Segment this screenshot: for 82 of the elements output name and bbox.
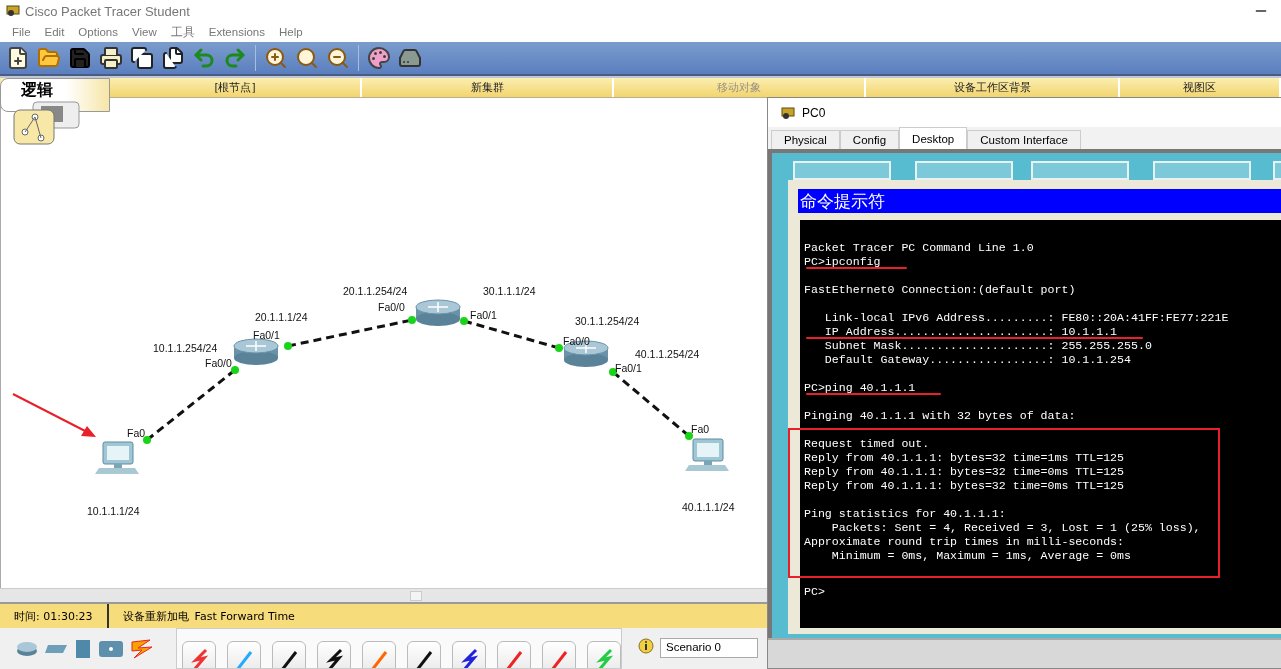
menu-item[interactable]: File bbox=[6, 23, 37, 41]
hub-category-icon[interactable] bbox=[74, 638, 92, 659]
link-light bbox=[685, 432, 693, 440]
app-tile[interactable] bbox=[1031, 161, 1129, 180]
router-category-icon[interactable] bbox=[16, 640, 38, 657]
cable-icon[interactable] bbox=[458, 648, 480, 668]
terminal-line: PC>ipconfig bbox=[804, 255, 881, 269]
window-tab[interactable]: Config bbox=[839, 130, 900, 149]
link-light bbox=[555, 344, 563, 352]
address-label: 30.1.1.1/24 bbox=[483, 285, 536, 297]
app-tile[interactable] bbox=[793, 161, 891, 180]
scenario-dropdown[interactable]: Scenario 0 bbox=[660, 638, 758, 658]
link-light bbox=[143, 436, 151, 444]
port-label: Fa0/1 bbox=[615, 362, 642, 374]
address-label: 40.1.1.1/24 bbox=[682, 501, 735, 513]
link-light bbox=[231, 366, 239, 374]
terminal-line: Pinging 40.1.1.1 with 32 bytes of data: bbox=[804, 409, 1076, 423]
menu-item[interactable]: Help bbox=[273, 23, 309, 41]
app-tile[interactable] bbox=[915, 161, 1013, 180]
switch-category-icon[interactable] bbox=[44, 642, 68, 655]
pc-icon[interactable] bbox=[685, 438, 729, 471]
wireless-category-icon[interactable] bbox=[98, 639, 124, 658]
port-label: Fa0 bbox=[127, 427, 146, 439]
terminal-line: Approximate round trip times in milli-seconds: bbox=[804, 535, 1125, 549]
terminal-line: Reply from 40.1.1.1: bytes=32 time=1ms TTL=125 bbox=[804, 451, 1125, 465]
port-label: Fa0/1 bbox=[253, 329, 280, 341]
router-icon[interactable] bbox=[415, 299, 461, 326]
terminal-line: Ping statistics for 40.1.1.1: bbox=[804, 507, 1006, 521]
terminal-line: Packets: Sent = 4, Received = 3, Lost = 1 (25% loss), bbox=[830, 521, 1201, 535]
terminal-line: IP Address......................: 10.1.1.1 bbox=[804, 325, 1118, 339]
menu-item[interactable]: Edit bbox=[38, 23, 71, 41]
port-label: Fa0/0 bbox=[205, 357, 232, 369]
address-label: 10.1.1.1/24 bbox=[87, 505, 140, 517]
menu-item[interactable]: 工具 bbox=[164, 23, 201, 41]
terminal-line: Minimum = 0ms, Maximum = 1ms, Average = 0ms bbox=[830, 549, 1131, 563]
app-logo-icon bbox=[6, 4, 20, 18]
copy-icon[interactable] bbox=[128, 44, 156, 72]
menu-item[interactable]: Extensions bbox=[202, 23, 271, 41]
pc-app-icon bbox=[780, 104, 796, 121]
terminal-line: Link-local IPv6 Address.........: FE80::20A:41FF:FE77:221E bbox=[823, 311, 1229, 325]
terminal-line: Packet Tracer PC Command Line 1.0 bbox=[804, 241, 1034, 255]
cable-icon[interactable] bbox=[323, 648, 345, 668]
lightning-icon[interactable] bbox=[130, 637, 154, 660]
printer-icon[interactable] bbox=[97, 44, 125, 72]
app-tile[interactable] bbox=[1153, 161, 1251, 180]
window-tab[interactable]: Custom Interface bbox=[967, 130, 1081, 149]
window-title: Cisco Packet Tracer Student bbox=[25, 3, 190, 19]
terminal-line: FastEthernet0 Connection:(default port) bbox=[804, 283, 1076, 297]
simulation-time: 时间: 01:30:23 bbox=[13, 608, 94, 625]
port-label: Fa0/0 bbox=[563, 335, 590, 347]
router-icon[interactable] bbox=[233, 338, 279, 365]
address-label: 10.1.1.254/24 bbox=[153, 342, 218, 354]
port-label: Fa0/0 bbox=[378, 301, 405, 313]
power-cycle-link[interactable]: 设备重新加电 bbox=[122, 608, 189, 624]
terminal-line: PC>ping 40.1.1.1 bbox=[804, 381, 916, 395]
address-label: 40.1.1.254/24 bbox=[635, 348, 700, 360]
window-tab[interactable]: Desktop bbox=[899, 127, 968, 149]
terminal-line: Subnet Mask.....................: 255.255.255.0 bbox=[823, 339, 1152, 353]
menu-item[interactable]: Options bbox=[72, 23, 124, 41]
link-light bbox=[460, 317, 468, 325]
fast-forward-link[interactable]: Fast Forward Time bbox=[194, 609, 295, 623]
pc-icon[interactable] bbox=[95, 441, 139, 474]
terminal-line: Reply from 40.1.1.1: bytes=32 time=0ms TTL=125 bbox=[804, 465, 1125, 479]
terminal-line: PC> bbox=[804, 585, 825, 599]
info-icon[interactable] bbox=[638, 638, 654, 654]
command-prompt-title: 命令提示符 bbox=[798, 189, 1281, 213]
terminal-line: Reply from 40.1.1.1: bytes=32 time=0ms TTL=125 bbox=[804, 479, 1125, 493]
topology-icon[interactable] bbox=[13, 100, 83, 146]
port-label: Fa0/1 bbox=[470, 309, 497, 321]
terminal-line: Default Gateway.................: 10.1.1.254 bbox=[823, 353, 1131, 367]
address-label: 20.1.1.254/24 bbox=[343, 285, 408, 297]
terminal-line: Request timed out. bbox=[804, 437, 930, 451]
link-light bbox=[408, 316, 416, 324]
window-tab[interactable]: Physical bbox=[771, 130, 840, 149]
link-light bbox=[609, 368, 617, 376]
palette-icon[interactable] bbox=[365, 44, 393, 72]
menu-item[interactable]: View bbox=[126, 23, 163, 41]
window-title: PC0 bbox=[802, 105, 826, 120]
address-label: 20.1.1.1/24 bbox=[255, 311, 308, 323]
link-light bbox=[284, 342, 292, 350]
address-label: 30.1.1.254/24 bbox=[575, 315, 640, 327]
port-label: Fa0 bbox=[691, 423, 710, 435]
